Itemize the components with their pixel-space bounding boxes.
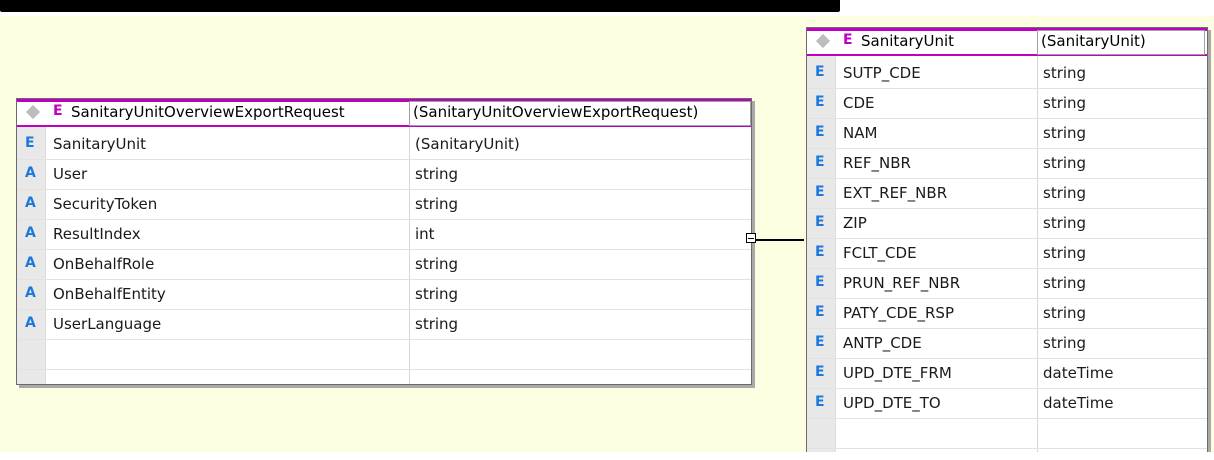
table-row[interactable]: E FCLT_CDE string	[807, 238, 1207, 269]
row-type: string	[1043, 94, 1087, 112]
table-row[interactable]: E NAM string	[807, 118, 1207, 149]
row-type: string	[1043, 64, 1087, 82]
element-marker-icon: E	[815, 214, 825, 230]
attribute-marker-icon: A	[25, 315, 36, 331]
row-name: FCLT_CDE	[843, 244, 917, 262]
table-row[interactable]: A ResultIndex int	[17, 219, 751, 250]
element-marker-icon: E	[815, 124, 825, 140]
table-row[interactable]: E PATY_CDE_RSP string	[807, 298, 1207, 329]
row-type: int	[415, 225, 435, 243]
row-name: NAM	[843, 124, 878, 142]
row-name: User	[53, 165, 88, 183]
table-row[interactable]: A User string	[17, 159, 751, 190]
entity-name: SanitaryUnit	[861, 32, 955, 50]
attribute-marker-icon: A	[25, 225, 36, 241]
row-name: CDE	[843, 94, 875, 112]
row-name: PRUN_REF_NBR	[843, 274, 961, 292]
row-type: string	[1043, 184, 1087, 202]
empty-row[interactable]	[807, 418, 1207, 449]
row-type: string	[1043, 214, 1087, 232]
row-type: string	[1043, 334, 1087, 352]
element-marker-icon: E	[815, 94, 825, 110]
table-row[interactable]: E ANTP_CDE string	[807, 328, 1207, 359]
element-marker-icon: E	[815, 244, 825, 260]
row-type: string	[415, 255, 459, 273]
table-row[interactable]: A OnBehalfEntity string	[17, 279, 751, 310]
table-row[interactable]: E CDE string	[807, 88, 1207, 119]
empty-row[interactable]	[17, 339, 751, 370]
row-type: dateTime	[1043, 364, 1114, 382]
row-type: string	[415, 165, 459, 183]
row-type: string	[415, 315, 459, 333]
element-marker-icon: E	[815, 274, 825, 290]
element-marker-icon: E	[25, 135, 35, 151]
element-marker-icon: E	[53, 103, 63, 119]
row-name: SecurityToken	[53, 195, 158, 213]
element-marker-icon: E	[815, 184, 825, 200]
connector-line	[756, 239, 804, 241]
entity-type-box: (SanitaryUnit)	[1037, 30, 1205, 55]
entity-name: SanitaryUnitOverviewExportRequest	[71, 103, 345, 121]
row-type: string	[1043, 244, 1087, 262]
row-type: (SanitaryUnit)	[415, 135, 520, 153]
row-type: string	[1043, 154, 1087, 172]
row-name: ResultIndex	[53, 225, 141, 243]
diagram-canvas: E SanitaryUnitOverviewExportRequest (San…	[0, 0, 1214, 460]
table-row[interactable]: A OnBehalfRole string	[17, 249, 751, 280]
element-marker-icon: E	[815, 64, 825, 80]
row-name: PATY_CDE_RSP	[843, 304, 954, 322]
row-name: UPD_DTE_TO	[843, 394, 941, 412]
entity-type: (SanitaryUnitOverviewExportRequest)	[413, 103, 699, 121]
attribute-marker-icon: A	[25, 255, 36, 271]
table-row[interactable]: E EXT_REF_NBR string	[807, 178, 1207, 209]
element-marker-icon: E	[815, 394, 825, 410]
row-name: REF_NBR	[843, 154, 911, 172]
request-entity-box[interactable]: E SanitaryUnitOverviewExportRequest (San…	[16, 98, 752, 385]
element-marker-icon: E	[815, 334, 825, 350]
row-type: string	[415, 285, 459, 303]
row-name: EXT_REF_NBR	[843, 184, 948, 202]
unit-entity-box[interactable]: E SanitaryUnit (SanitaryUnit) E SUTP_CDE s…	[806, 27, 1208, 456]
row-name: ZIP	[843, 214, 867, 232]
row-name: SanitaryUnit	[53, 135, 147, 153]
table-row[interactable]: E UPD_DTE_TO dateTime	[807, 388, 1207, 419]
clipped-title-bar	[0, 0, 840, 12]
element-marker-icon: E	[815, 364, 825, 380]
request-entity-header[interactable]: E SanitaryUnitOverviewExportRequest (San…	[17, 99, 751, 127]
element-marker-icon: E	[815, 304, 825, 320]
table-row[interactable]: E PRUN_REF_NBR string	[807, 268, 1207, 299]
entity-type: (SanitaryUnit)	[1041, 32, 1146, 50]
table-row[interactable]: E SUTP_CDE string	[807, 58, 1207, 89]
table-row[interactable]: A SecurityToken string	[17, 189, 751, 220]
attribute-marker-icon: A	[25, 165, 36, 181]
entity-type-box: (SanitaryUnitOverviewExportRequest)	[409, 101, 751, 126]
bottom-strip	[0, 452, 1214, 460]
attribute-marker-icon: A	[25, 285, 36, 301]
row-type: string	[415, 195, 459, 213]
table-row[interactable]: E SanitaryUnit (SanitaryUnit)	[17, 129, 751, 160]
row-type: string	[1043, 304, 1087, 322]
unit-entity-header[interactable]: E SanitaryUnit (SanitaryUnit)	[807, 28, 1207, 56]
row-type: string	[1043, 124, 1087, 142]
row-name: UPD_DTE_FRM	[843, 364, 952, 382]
row-name: ANTP_CDE	[843, 334, 922, 352]
row-name: OnBehalfEntity	[53, 285, 166, 303]
table-row[interactable]: E REF_NBR string	[807, 148, 1207, 179]
row-type: string	[1043, 274, 1087, 292]
row-name: SUTP_CDE	[843, 64, 921, 82]
top-strip	[0, 0, 1214, 16]
table-row[interactable]: E UPD_DTE_FRM dateTime	[807, 358, 1207, 389]
row-name: OnBehalfRole	[53, 255, 155, 273]
attribute-marker-icon: A	[25, 195, 36, 211]
table-row[interactable]: A UserLanguage string	[17, 309, 751, 340]
table-row[interactable]: E ZIP string	[807, 208, 1207, 239]
element-marker-icon: E	[843, 32, 853, 48]
element-marker-icon: E	[815, 154, 825, 170]
row-type: dateTime	[1043, 394, 1114, 412]
collapse-toggle-icon[interactable]	[746, 233, 756, 243]
row-name: UserLanguage	[53, 315, 162, 333]
